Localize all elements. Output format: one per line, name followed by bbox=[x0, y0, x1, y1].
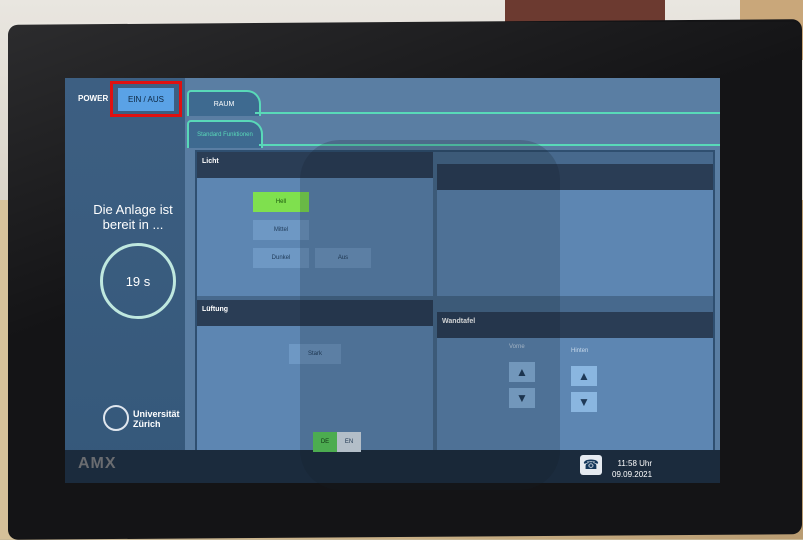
tab-raum[interactable]: RAUM bbox=[187, 90, 261, 116]
clock-time: 11:58 Uhr bbox=[617, 459, 653, 468]
brand-logo: AMX bbox=[78, 455, 117, 472]
power-label: POWER bbox=[78, 94, 109, 103]
tab-standard-funktionen[interactable]: Standard Funktionen bbox=[187, 120, 263, 148]
highlight-box bbox=[110, 81, 182, 117]
hinten-down-button[interactable]: ▼ bbox=[571, 392, 597, 412]
arrow-up-icon: ▲ bbox=[578, 369, 590, 383]
clock-date: 09.09.2021 bbox=[612, 470, 653, 479]
tab-divider bbox=[255, 112, 720, 114]
university-seal-icon bbox=[103, 405, 129, 431]
arrow-down-icon: ▼ bbox=[578, 395, 590, 409]
screen-reflection bbox=[300, 140, 560, 490]
left-panel: POWER EIN / AUS Die Anlage ist bereit in… bbox=[65, 78, 185, 483]
university-name: Universität Zürich bbox=[133, 409, 180, 429]
ready-status-text: Die Anlage ist bereit in ... bbox=[93, 202, 173, 232]
countdown-value: 19 s bbox=[125, 273, 151, 289]
clock: 11:58 Uhr 09.09.2021 bbox=[612, 458, 652, 480]
hinten-up-button[interactable]: ▲ bbox=[571, 366, 597, 386]
wandtafel-hinten-label: Hinten bbox=[571, 348, 589, 354]
phone-icon[interactable]: ☎ bbox=[580, 455, 602, 475]
countdown-ring: 19 s bbox=[100, 243, 176, 319]
